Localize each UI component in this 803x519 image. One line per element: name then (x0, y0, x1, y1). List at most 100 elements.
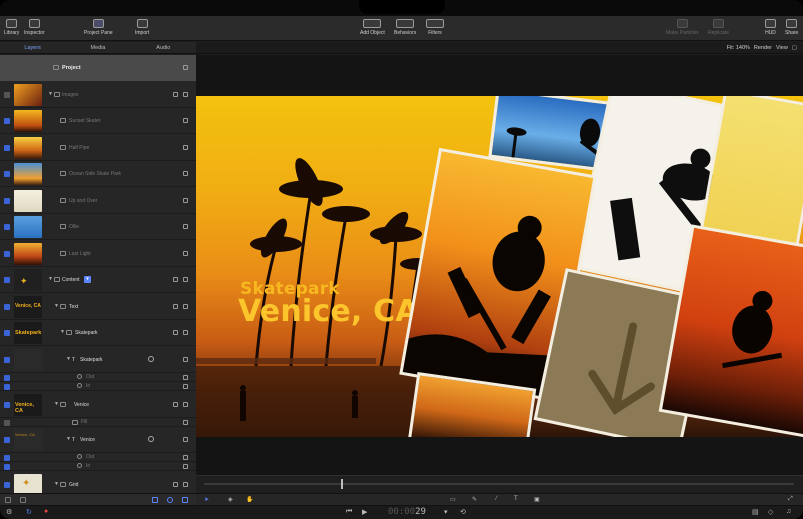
layer-row[interactable]: Ollie (0, 214, 196, 240)
inspector-button[interactable]: Inspector (24, 19, 45, 36)
canvas[interactable]: Skatepark Venice, CA (196, 96, 803, 437)
disclosure-triangle-icon[interactable]: ▼ (48, 91, 53, 97)
mask-icon[interactable] (173, 92, 178, 97)
layer-row[interactable]: Up and Over (0, 188, 196, 214)
disclosure-triangle-icon[interactable]: ▼ (54, 401, 59, 407)
layer-checkbox[interactable] (4, 251, 10, 257)
hud-button[interactable]: HUD (765, 19, 776, 36)
playhead[interactable] (341, 479, 343, 489)
tab-media[interactable]: Media (65, 42, 130, 53)
layer-checkbox[interactable] (4, 277, 10, 283)
3d-transform-icon[interactable]: ◈ (228, 496, 233, 503)
layer-checkbox[interactable] (4, 224, 10, 230)
lock-icon[interactable] (183, 357, 188, 362)
layer-row[interactable]: Ocean Side Skate Park (0, 161, 196, 187)
lock-icon[interactable] (183, 118, 188, 123)
lock-icon[interactable] (183, 464, 188, 469)
layer-checkbox[interactable] (4, 198, 10, 204)
text-tool-icon[interactable]: T (514, 496, 518, 502)
layer-checkbox[interactable] (4, 402, 10, 408)
layer-row[interactable]: Skatepark ▼ Skatepark (0, 320, 196, 346)
tab-audio[interactable]: Audio (131, 42, 196, 53)
layer-row[interactable]: ▼ T Skatepark (0, 347, 196, 373)
audio-icon[interactable]: ♫ (786, 508, 791, 515)
grid-view-icon[interactable] (152, 497, 158, 503)
record-settings-icon[interactable]: ⚙ (6, 508, 12, 516)
import-button[interactable]: Import (135, 19, 149, 36)
share-button[interactable]: Share (785, 19, 798, 36)
render-menu[interactable]: Render (754, 42, 772, 54)
layer-checkbox[interactable] (4, 464, 10, 470)
layer-row[interactable]: In (0, 462, 196, 471)
lock-icon[interactable] (183, 482, 188, 487)
lock-icon[interactable] (183, 375, 188, 380)
layer-row[interactable]: ▼ Images (0, 82, 196, 108)
disclosure-triangle-icon[interactable]: ▼ (48, 276, 53, 282)
record-icon[interactable]: ● (44, 508, 48, 515)
filters-button[interactable]: Filters (426, 19, 444, 36)
circle-icon[interactable] (167, 497, 173, 503)
make-particles-button[interactable]: Make Particles (666, 19, 699, 36)
layer-checkbox[interactable] (4, 118, 10, 124)
expand-icon[interactable]: ⤢ (788, 496, 793, 503)
layer-checkbox[interactable] (4, 384, 10, 390)
sync-icon[interactable]: ⟲ (460, 508, 466, 516)
layer-row[interactable]: Venice, CA ▼ T Venice (0, 427, 196, 453)
layer-row[interactable]: ✦ ▼ Grid (0, 472, 196, 493)
layer-row[interactable]: Out (0, 373, 196, 382)
layout-icon[interactable]: ▢ (792, 42, 797, 54)
go-to-start-icon[interactable]: ⏮ (346, 508, 352, 516)
view-menu[interactable]: View (776, 42, 788, 54)
lock-icon[interactable] (183, 420, 188, 425)
lock-icon[interactable] (183, 224, 188, 229)
layer-checkbox[interactable] (4, 92, 10, 98)
loop-icon[interactable]: ↻ (26, 508, 32, 516)
lock-icon[interactable] (183, 304, 188, 309)
thumbnail-toggle-icon[interactable] (20, 497, 26, 503)
layer-row[interactable]: ✦ ▼ Content ▾ (0, 267, 196, 293)
project-row[interactable]: Project (0, 55, 196, 81)
layer-checkbox[interactable] (4, 145, 10, 151)
tab-layers[interactable]: Layers (0, 42, 65, 53)
mask-icon[interactable] (173, 277, 178, 282)
layer-checkbox[interactable] (4, 437, 10, 443)
disclosure-triangle-icon[interactable]: ▼ (54, 481, 59, 487)
lock-icon[interactable] (183, 277, 188, 282)
layer-row[interactable]: Venice, CA ▼ Text (0, 294, 196, 320)
timecode-menu-icon[interactable]: ▾ (444, 508, 448, 516)
disclosure-triangle-icon[interactable]: ▼ (66, 436, 71, 442)
mini-timeline[interactable] (196, 475, 803, 493)
layer-checkbox[interactable] (4, 420, 10, 426)
title-venice[interactable]: Venice, CA (238, 294, 419, 329)
replicate-button[interactable]: Replicate (708, 19, 729, 36)
lock-icon[interactable] (183, 455, 188, 460)
pen-tool-icon[interactable]: ✎ (472, 496, 477, 503)
lock-icon[interactable] (183, 437, 188, 442)
behavior-icon[interactable] (148, 356, 154, 362)
library-button[interactable]: Library (4, 19, 19, 36)
behaviors-button[interactable]: Behaviors (394, 19, 416, 36)
layer-checkbox[interactable] (4, 330, 10, 336)
layer-row[interactable]: Half Pipe (0, 135, 196, 161)
layer-checkbox[interactable] (4, 171, 10, 177)
layer-checkbox[interactable] (4, 304, 10, 310)
select-tool-icon[interactable]: ➤ (204, 496, 209, 503)
list-view-icon[interactable] (182, 497, 188, 503)
add-object-button[interactable]: Add Object (360, 19, 385, 36)
lock-icon[interactable] (183, 384, 188, 389)
lock-icon[interactable] (183, 330, 188, 335)
layer-row[interactable]: Out (0, 453, 196, 462)
layer-row[interactable]: Sunset Skater (0, 108, 196, 134)
paint-tool-icon[interactable]: ⁄ (496, 496, 497, 502)
filmstrip-icon[interactable]: ▤ (752, 508, 759, 516)
behavior-icon[interactable] (148, 436, 154, 442)
mask-icon[interactable] (173, 330, 178, 335)
lock-icon[interactable] (183, 251, 188, 256)
mask-icon[interactable] (173, 482, 178, 487)
lock-icon[interactable] (183, 198, 188, 203)
timeline-track[interactable] (204, 483, 794, 485)
shape-tool-icon[interactable]: ▭ (450, 496, 456, 503)
pan-hand-icon[interactable]: ✋ (246, 496, 253, 503)
mask-icon[interactable] (173, 402, 178, 407)
lock-icon[interactable] (183, 171, 188, 176)
